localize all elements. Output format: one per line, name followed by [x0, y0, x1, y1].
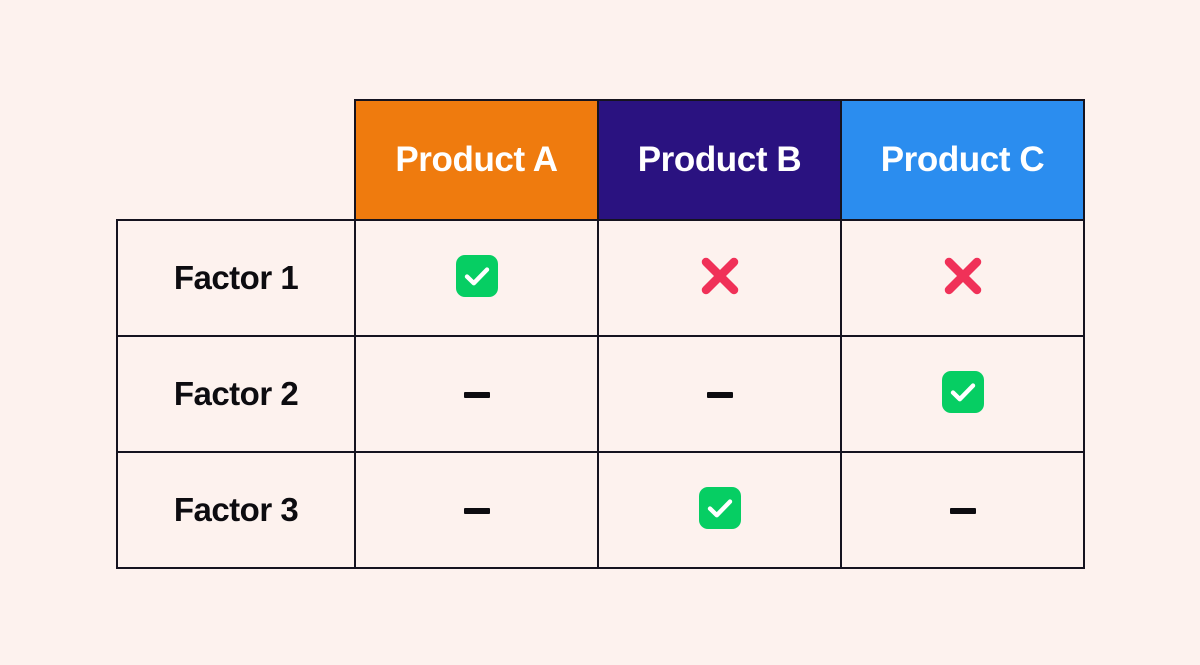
- row-label-factor-2: Factor 2: [116, 335, 356, 453]
- cell-factor-2-product-b: [597, 335, 842, 453]
- row-label-factor-3: Factor 3: [116, 451, 356, 569]
- page-canvas: Product A Product B Product C Factor 1 F…: [0, 0, 1200, 665]
- table-row: Factor 2: [116, 335, 1085, 453]
- table-body: Factor 1 Factor 2 Factor 3: [116, 219, 1085, 569]
- table-header: Product A Product B Product C: [117, 99, 1085, 221]
- dash-icon: [706, 392, 733, 398]
- cell-factor-1-product-a: [354, 219, 599, 337]
- cell-factor-1-product-c: [840, 219, 1085, 337]
- check-icon: [941, 370, 984, 413]
- header-row: Product A Product B Product C: [117, 99, 1085, 221]
- cross-icon: [695, 251, 745, 301]
- cell-factor-2-product-a: [354, 335, 599, 453]
- cell-factor-1-product-b: [597, 219, 842, 337]
- table-row: Factor 3: [116, 451, 1085, 569]
- check-icon: [455, 254, 498, 297]
- column-header-product-c: Product C: [840, 99, 1085, 221]
- check-icon: [698, 486, 741, 529]
- dash-icon: [463, 392, 490, 398]
- column-header-product-a: Product A: [354, 99, 599, 221]
- dash-icon: [463, 508, 490, 514]
- column-header-product-b: Product B: [597, 99, 842, 221]
- dash-icon: [949, 508, 976, 514]
- row-label-factor-1: Factor 1: [116, 219, 356, 337]
- cell-factor-3-product-c: [840, 451, 1085, 569]
- table-row: Factor 1: [116, 219, 1085, 337]
- corner-cell: [117, 100, 355, 220]
- cell-factor-3-product-b: [597, 451, 842, 569]
- cross-icon: [938, 251, 988, 301]
- cell-factor-3-product-a: [354, 451, 599, 569]
- product-comparison-table: Product A Product B Product C Factor 1 F…: [116, 99, 1085, 569]
- cell-factor-2-product-c: [840, 335, 1085, 453]
